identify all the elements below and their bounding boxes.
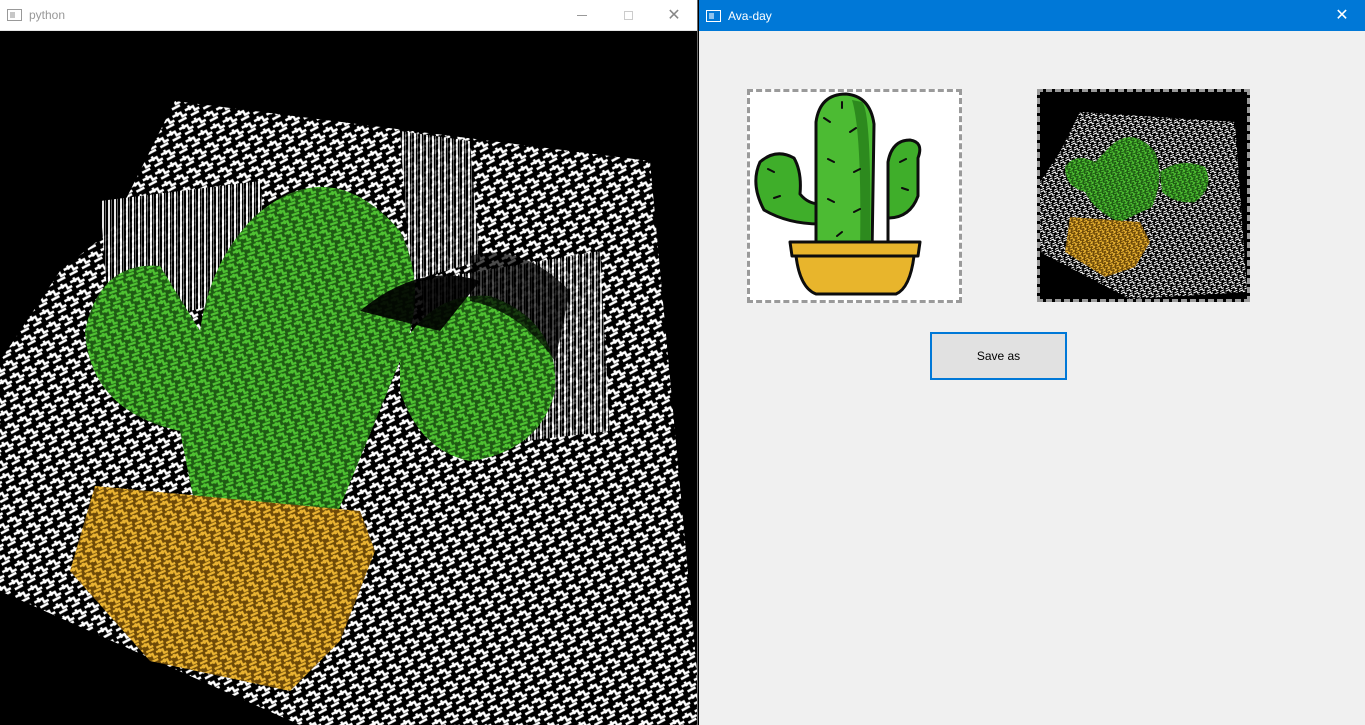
window-app-icon: [706, 9, 721, 22]
relief-output-image: [1040, 92, 1247, 299]
python-window-title: python: [29, 8, 66, 22]
close-icon: ✕: [1335, 6, 1349, 24]
window-app-icon: [7, 9, 22, 21]
ava-day-titlebar[interactable]: Ava-day ✕: [699, 0, 1365, 31]
ava-day-window-title: Ava-day: [728, 8, 772, 23]
close-button[interactable]: ✕: [1319, 0, 1365, 31]
output-image-frame[interactable]: [1037, 89, 1250, 302]
python-window-controls: ✕: [559, 0, 697, 31]
close-button[interactable]: ✕: [651, 0, 697, 31]
maximize-button[interactable]: [605, 0, 651, 31]
ava-day-window-controls: ✕: [1319, 0, 1365, 31]
python-titlebar[interactable]: python ✕: [0, 0, 697, 31]
3d-render-canvas[interactable]: [0, 31, 697, 725]
cactus-source-image: [750, 92, 959, 300]
minimize-icon: [577, 15, 587, 16]
ava-day-window: Ava-day ✕ Save as: [699, 0, 1365, 725]
minimize-button[interactable]: [559, 0, 605, 31]
maximize-icon: [623, 11, 633, 20]
source-image-frame[interactable]: [747, 89, 962, 303]
close-icon: ✕: [667, 6, 681, 24]
save-as-button[interactable]: Save as: [930, 332, 1067, 380]
python-window: python ✕: [0, 0, 698, 725]
